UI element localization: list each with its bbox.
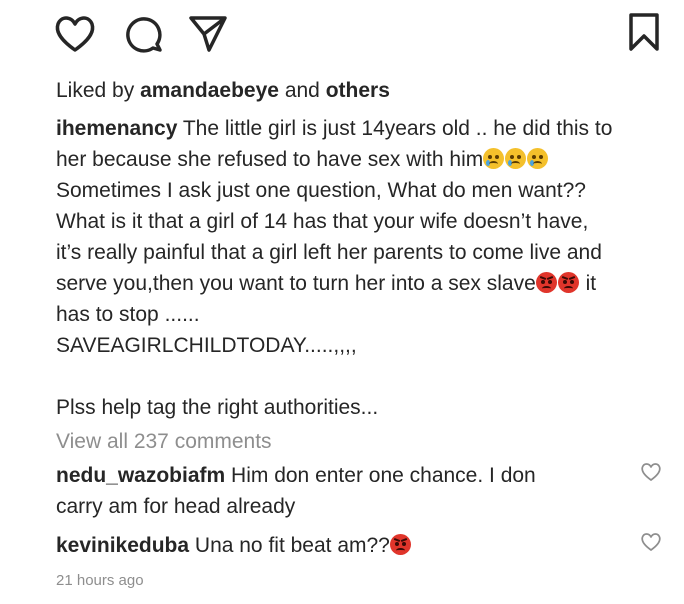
comment-text: Una no fit beat am?? bbox=[189, 534, 390, 557]
comment-like-heart-icon[interactable] bbox=[640, 462, 662, 482]
comment-line: carry am for head already bbox=[56, 495, 296, 518]
paper-plane-icon[interactable] bbox=[188, 14, 228, 54]
caption-line-5: it’s really painful that a girl left her… bbox=[56, 241, 602, 264]
comment-line: kevinikeduba Una no fit beat am?? bbox=[56, 530, 616, 561]
caption-line-6: serve you,then you want to turn her into… bbox=[56, 268, 676, 299]
caption-text: serve you,then you want to turn her into… bbox=[56, 272, 536, 295]
comment-text: Him don enter one chance. I don bbox=[225, 464, 536, 487]
comment-like-heart-icon[interactable] bbox=[640, 532, 662, 552]
caption-text: her because she refused to have sex with… bbox=[56, 148, 484, 171]
comment-item: nedu_wazobiafm Him don enter one chance.… bbox=[56, 460, 616, 522]
crying-face-emoji-icon bbox=[483, 148, 505, 169]
comment-username[interactable]: kevinikeduba bbox=[56, 534, 189, 557]
liked-by-user-link[interactable]: amandaebeye bbox=[140, 79, 279, 102]
comment-icon[interactable] bbox=[124, 14, 164, 54]
post-timestamp: 21 hours ago bbox=[56, 572, 144, 589]
caption-line-7: has to stop ...... bbox=[56, 303, 200, 326]
comment-item: kevinikeduba Una no fit beat am?? bbox=[56, 530, 616, 561]
crying-face-emoji-icon bbox=[505, 148, 527, 169]
caption-line-8: SAVEAGIRLCHILDTODAY.....,,,, bbox=[56, 334, 357, 357]
caption-line-3: Sometimes I ask just one question, What … bbox=[56, 179, 586, 202]
caption-line-9: Plss help tag the right authorities... bbox=[56, 396, 379, 419]
angry-face-emoji-icon bbox=[557, 272, 579, 293]
heart-icon[interactable] bbox=[54, 14, 96, 54]
liked-by-prefix: Liked by bbox=[56, 79, 141, 102]
caption-text: it bbox=[579, 272, 597, 295]
comment-username[interactable]: nedu_wazobiafm bbox=[56, 464, 225, 487]
angry-face-emoji-icon bbox=[535, 272, 557, 293]
comment-line: nedu_wazobiafm Him don enter one chance.… bbox=[56, 460, 616, 491]
caption-line-4: What is it that a girl of 14 has that yo… bbox=[56, 210, 589, 233]
caption-username[interactable]: ihemenancy bbox=[56, 117, 177, 140]
liked-by-middle: and bbox=[278, 79, 326, 102]
caption-line-1: ihemenancy The little girl is just 14yea… bbox=[56, 113, 676, 144]
angry-face-emoji-icon bbox=[389, 534, 411, 555]
post-caption: ihemenancy The little girl is just 14yea… bbox=[56, 113, 676, 423]
post-actions-bar bbox=[0, 0, 684, 70]
bookmark-icon[interactable] bbox=[626, 12, 662, 52]
caption-text: The little girl is just 14years old .. h… bbox=[177, 117, 613, 140]
caption-line-2: her because she refused to have sex with… bbox=[56, 144, 676, 175]
liked-by-others-link[interactable]: others bbox=[326, 79, 390, 102]
view-all-comments-link[interactable]: View all 237 comments bbox=[56, 428, 272, 456]
liked-by: Liked by amandaebeye and others bbox=[56, 78, 390, 104]
crying-face-emoji-icon bbox=[527, 148, 549, 169]
